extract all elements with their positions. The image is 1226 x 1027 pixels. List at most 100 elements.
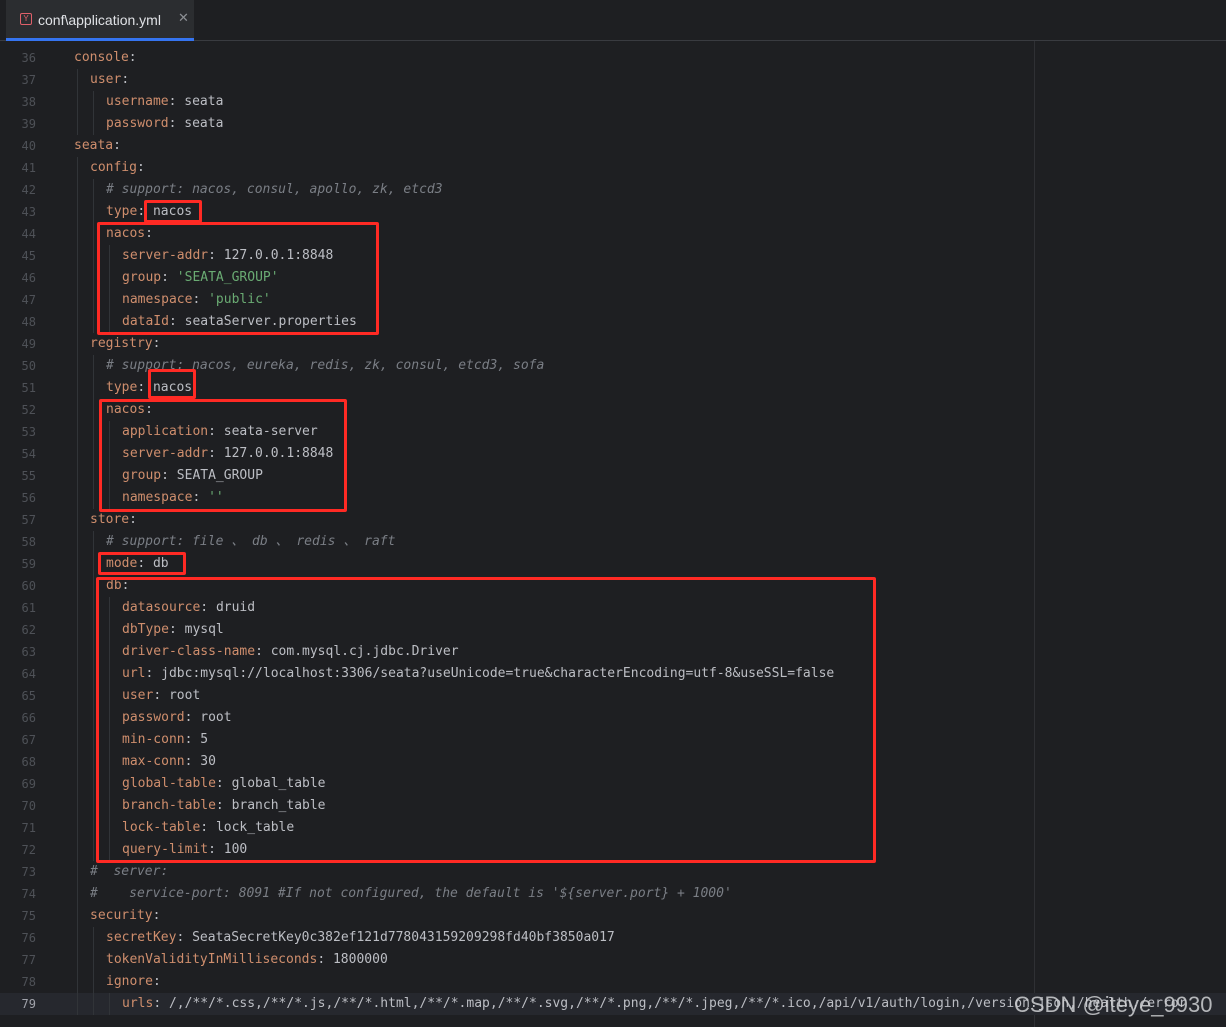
code-text: # support: file 、 db 、 redis 、 raft <box>106 531 395 553</box>
yaml-value: SeataSecretKey0c382ef121d778043159209298… <box>192 930 615 945</box>
indent-guide <box>77 993 78 1015</box>
indent-guide <box>77 311 78 333</box>
yaml-separator: : <box>152 336 161 351</box>
comment-text: # support: file 、 db 、 redis 、 raft <box>106 534 396 549</box>
comment-text: # support: nacos, consul, apollo, zk, et… <box>106 182 443 197</box>
yaml-key: seata <box>74 138 114 153</box>
yaml-key: type <box>106 204 138 219</box>
editor-tab-bar: Y conf\application.yml ✕ <box>0 0 1226 41</box>
code-text: # server: <box>90 861 168 883</box>
code-text: config: <box>90 157 145 179</box>
yaml-separator: : <box>153 996 169 1011</box>
yaml-key: password <box>106 116 169 131</box>
code-line[interactable]: 78 ignore: <box>0 971 1226 993</box>
highlight-config-nacos <box>97 222 379 335</box>
indent-guide <box>77 421 78 443</box>
line-number: 78 <box>21 975 36 989</box>
indent-guide <box>77 839 78 861</box>
indent-guide <box>93 443 94 465</box>
line-number: 37 <box>21 73 36 87</box>
indent-guide <box>93 993 94 1015</box>
indent-guide <box>77 773 78 795</box>
watermark: CSDN @iteye_9930 <box>1014 992 1213 1017</box>
highlight-registry-type <box>148 369 196 399</box>
yaml-key: urls <box>122 996 154 1011</box>
code-text: username: seata <box>106 91 223 113</box>
line-number: 71 <box>21 821 36 835</box>
indent-guide <box>77 707 78 729</box>
indent-guide <box>93 223 94 245</box>
yaml-key: secretKey <box>106 930 177 945</box>
indent-guide <box>93 421 94 443</box>
code-text: # support: nacos, consul, apollo, zk, et… <box>106 179 443 201</box>
indent-guide <box>93 531 94 553</box>
indent-guide <box>77 751 78 773</box>
indent-guide <box>77 289 78 311</box>
indent-guide <box>77 69 78 91</box>
code-line[interactable]: 57 store: <box>0 509 1226 531</box>
indent-guide <box>93 377 94 399</box>
code-line[interactable]: 58 # support: file 、 db 、 redis 、 raft <box>0 531 1226 553</box>
indent-guide <box>77 267 78 289</box>
indent-guide <box>93 839 94 861</box>
indent-guide <box>93 245 94 267</box>
yaml-key: username <box>106 94 169 109</box>
indent-guide <box>77 509 78 531</box>
code-line[interactable]: 73 # server: <box>0 861 1226 883</box>
indent-guide <box>93 91 94 113</box>
code-line[interactable]: 40 seata: <box>0 135 1226 157</box>
code-line[interactable]: 36 console: <box>0 47 1226 69</box>
line-number: 64 <box>21 667 36 681</box>
indent-guide <box>77 377 78 399</box>
indent-guide <box>77 465 78 487</box>
code-line[interactable]: 39 password: seata <box>0 113 1226 135</box>
indent-guide <box>77 641 78 663</box>
indent-guide <box>93 201 94 223</box>
line-number: 79 <box>21 997 36 1011</box>
line-number: 66 <box>21 711 36 725</box>
indent-guide <box>77 91 78 113</box>
line-number: 50 <box>21 359 36 373</box>
line-number: 76 <box>21 931 36 945</box>
yaml-key: user <box>90 72 122 87</box>
line-number: 57 <box>21 513 36 527</box>
line-number: 70 <box>21 799 36 813</box>
code-line[interactable]: 42 # support: nacos, consul, apollo, zk, … <box>0 179 1226 201</box>
code-line[interactable]: 49 registry: <box>0 333 1226 355</box>
indent-guide <box>93 685 94 707</box>
code-line[interactable]: 41 config: <box>0 157 1226 179</box>
close-icon[interactable]: ✕ <box>178 11 189 26</box>
yaml-key: store <box>90 512 130 527</box>
code-line[interactable]: 37 user: <box>0 69 1226 91</box>
line-number: 43 <box>21 205 36 219</box>
code-text: # service-port: 8091 #If not configured,… <box>90 883 732 905</box>
indent-guide <box>93 817 94 839</box>
yaml-separator: : <box>152 974 161 989</box>
line-number: 63 <box>21 645 36 659</box>
indent-guide <box>93 487 94 509</box>
code-line[interactable]: 77 tokenValidityInMilliseconds: 1800000 <box>0 949 1226 971</box>
code-line[interactable]: 76 secretKey: SeataSecretKey0c382ef121d77… <box>0 927 1226 949</box>
yaml-key: config <box>90 160 137 175</box>
yaml-separator: : <box>168 94 185 109</box>
line-number: 45 <box>21 249 36 263</box>
code-text: user: <box>90 69 129 91</box>
highlight-store-db <box>96 577 876 863</box>
line-number: 68 <box>21 755 36 769</box>
code-line[interactable]: 74 # service-port: 8091 #If not configure… <box>0 883 1226 905</box>
indent-guide <box>77 817 78 839</box>
indent-guide <box>77 157 78 179</box>
code-editor[interactable]: 36 console: 37 user: 38 username: seata 39 pass… <box>0 41 1226 1027</box>
indent-guide <box>77 333 78 355</box>
indent-guide <box>77 663 78 685</box>
line-number: 75 <box>21 909 36 923</box>
code-line[interactable]: 75 security: <box>0 905 1226 927</box>
line-number: 41 <box>21 161 36 175</box>
indent-guide <box>77 531 78 553</box>
tab-application-yml[interactable]: Y conf\application.yml ✕ <box>6 0 194 41</box>
code-text: secretKey: SeataSecretKey0c382ef121d7780… <box>106 927 615 949</box>
indent-guide <box>93 289 94 311</box>
code-line[interactable]: 38 username: seata <box>0 91 1226 113</box>
line-number: 49 <box>21 337 36 351</box>
indent-guide <box>93 751 94 773</box>
